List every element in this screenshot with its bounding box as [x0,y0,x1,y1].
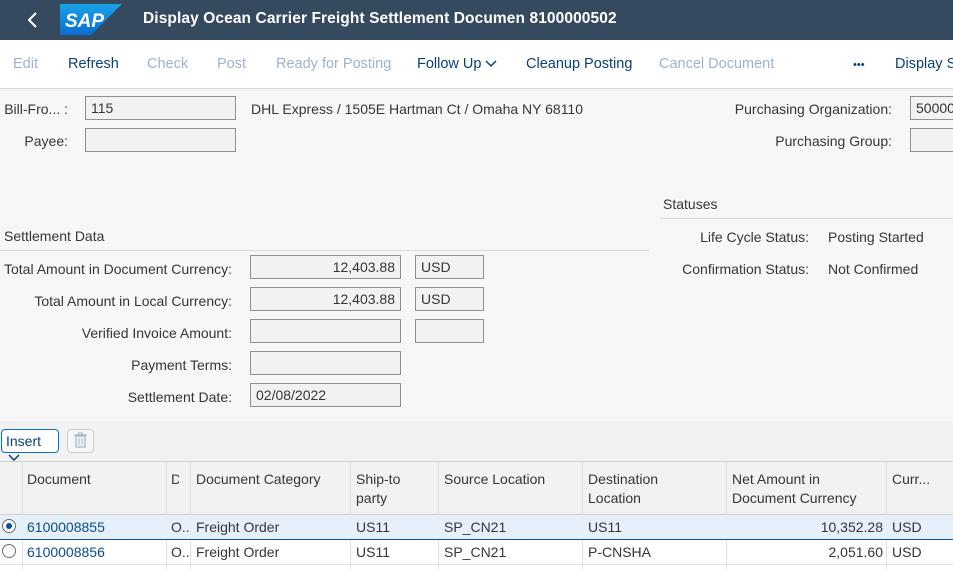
document-link[interactable]: 6100008856 [27,544,105,560]
edit-button[interactable]: Edit [13,56,38,72]
table-header: Document D Document Category Ship-to par… [0,461,953,515]
col-net-amount-line2: Document Currency [732,490,857,506]
cell-currency: USD [892,544,922,560]
life-cycle-status-label: Life Cycle Status: [700,229,809,245]
statuses-title: Statuses [663,196,718,212]
total-local-amount-field[interactable]: 12,403.88 [250,287,401,311]
cell-category: Freight Order [196,519,280,535]
purchasing-group-field[interactable] [910,128,953,152]
payee-field[interactable] [85,128,236,152]
cleanup-posting-button[interactable]: Cleanup Posting [526,56,632,72]
total-doc-amount-field[interactable]: 12,403.88 [250,255,401,279]
check-button[interactable]: Check [147,56,188,72]
header-content: Bill-Fro... : 115 DHL Express / 1505E Ha… [0,89,953,421]
insert-label: Insert [6,433,42,449]
cell-category: Freight Order [196,544,280,560]
payment-terms-field[interactable] [250,351,401,375]
cell-destination: US11 [588,519,622,535]
col-net-amount-line1: Net Amount in [732,471,820,487]
verified-invoice-amount-field[interactable] [250,319,401,343]
col-ship-to-line2: party [356,490,388,506]
action-toolbar: Edit Refresh Check Post Ready for Postin… [0,40,953,89]
col-destination-location[interactable]: Destination Location [588,470,658,508]
settlement-data-title: Settlement Data [4,228,105,244]
payment-terms-label: Payment Terms: [131,357,232,373]
shell-bar: SAP Display Ocean Carrier Freight Settle… [0,0,953,40]
bill-from-description: DHL Express / 1505E Hartman Ct / Omaha N… [251,101,584,117]
refresh-button[interactable]: Refresh [68,56,119,72]
settlement-date-label: Settlement Date: [127,389,232,405]
settlement-date-field[interactable]: 02/08/2022 [250,383,401,407]
cell-ship-to: US11 [356,519,390,535]
total-doc-currency-field[interactable]: USD [415,255,484,279]
settlement-divider [0,250,649,251]
post-button[interactable]: Post [217,56,246,72]
verified-invoice-amount-label: Verified Invoice Amount: [81,325,232,341]
row-select-radio[interactable] [2,519,16,533]
cell-currency: USD [892,519,922,535]
payee-label: Payee: [24,133,68,149]
table-toolbar: Insert [0,421,953,462]
life-cycle-status-value: Posting Started [828,229,924,245]
col-d[interactable]: D [171,470,179,489]
purchasing-organization-field[interactable]: 50000 [910,96,953,120]
table-row[interactable]: 6100008855 O.. Freight Order US11 SP_CN2… [0,515,953,540]
bill-from-label: Bill-Fro... : [4,101,68,117]
chevron-down-icon [485,60,497,68]
trash-icon [74,432,87,448]
col-document-category[interactable]: Document Category [196,470,321,489]
cell-net-amount: 10,352.28 [820,519,883,535]
col-ship-to-party[interactable]: Ship-to party [356,470,400,508]
follow-up-button[interactable]: Follow Up [417,56,497,72]
ready-for-posting-button[interactable]: Ready for Posting [276,56,391,72]
delete-button[interactable] [67,429,94,453]
table-row[interactable]: 6100008856 O.. Freight Order US11 SP_CN2… [0,540,953,565]
purchasing-group-label: Purchasing Group: [775,133,892,149]
row-select-radio[interactable] [2,544,16,558]
follow-up-label: Follow Up [417,56,482,72]
col-destination-line1: Destination [588,471,659,487]
total-local-currency-field[interactable]: USD [415,287,484,311]
confirmation-status-label: Confirmation Status: [682,261,809,277]
bill-from-field[interactable]: 115 [85,96,236,120]
cell-d: O.. [171,544,190,560]
cell-source: SP_CN21 [444,544,507,560]
more-options-icon[interactable]: ••• [853,59,865,71]
sap-logo[interactable]: SAP [60,4,122,35]
cell-d: O.. [171,519,190,535]
display-s-button[interactable]: Display S [895,56,953,72]
purchasing-organization-label: Purchasing Organization: [734,101,892,117]
total-doc-currency-label: Total Amount in Document Currency: [4,261,232,277]
statuses-divider [660,218,953,219]
cell-ship-to: US11 [356,544,390,560]
col-document[interactable]: Document [27,470,91,489]
back-arrow-icon[interactable] [22,8,44,32]
cell-net-amount: 2,051.60 [828,544,884,560]
svg-text:SAP: SAP [65,11,104,32]
cell-destination: P-CNSHA [588,544,652,560]
col-currency[interactable]: Curr... [892,470,930,489]
document-link[interactable]: 6100008855 [27,519,105,535]
col-destination-line2: Location [588,490,641,506]
verified-invoice-currency-field[interactable] [415,319,484,343]
col-net-amount[interactable]: Net Amount in Document Currency [732,470,857,508]
total-local-currency-label: Total Amount in Local Currency: [34,293,232,309]
radio-selected-dot [6,523,12,529]
col-source-location[interactable]: Source Location [444,470,545,489]
col-ship-to-line1: Ship-to [356,471,401,487]
confirmation-status-value: Not Confirmed [828,261,919,277]
insert-button[interactable]: Insert [1,429,59,462]
cell-source: SP_CN21 [444,519,507,535]
cancel-document-button[interactable]: Cancel Document [659,56,774,72]
documents-table: Document D Document Category Ship-to par… [0,461,953,569]
page-title: Display Ocean Carrier Freight Settlement… [143,10,617,27]
